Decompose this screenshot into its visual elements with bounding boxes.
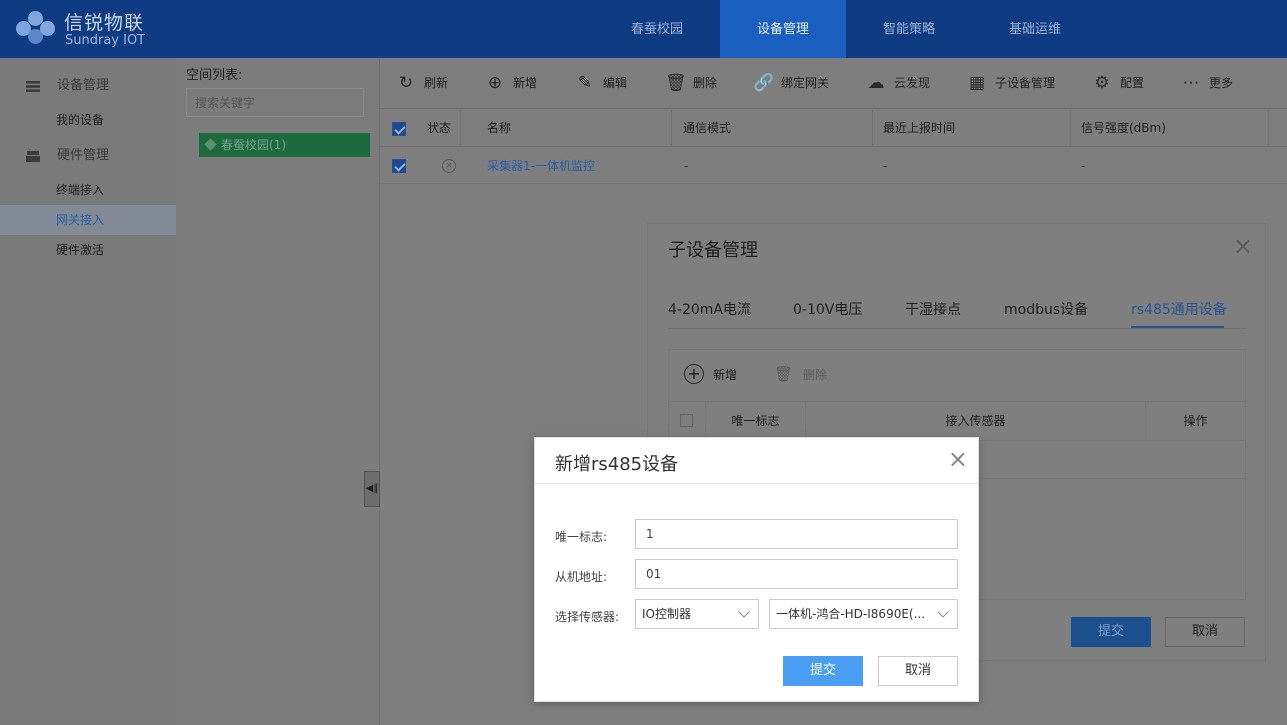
gear-icon: ⚙ <box>1094 73 1110 93</box>
row-checkbox[interactable] <box>392 159 406 173</box>
subdevice-cancel-button[interactable]: 取消 <box>1165 617 1245 647</box>
unique-id-input[interactable] <box>635 519 958 549</box>
header-status[interactable]: 状态 <box>416 110 461 147</box>
space-list-title: 空间列表: <box>186 68 243 83</box>
table-row[interactable]: × 采集器1-一体机监控 - - - <box>380 148 1287 184</box>
add-circle-icon: + <box>684 364 704 384</box>
link-icon: 🔗 <box>753 73 775 93</box>
more-icon: ⋯ <box>1182 73 1200 93</box>
brand-logo[interactable]: 信锐物联 Sundray IOT <box>16 8 176 50</box>
sidebar-group-device-management[interactable]: 设备管理 <box>0 71 176 101</box>
collapse-panel-icon[interactable]: ◀‖ <box>364 471 380 507</box>
sidebar-group-label: 硬件管理 <box>57 148 110 163</box>
device-table-header: 状态 名称 通信模式 最近上报时间 信号强度(dBm) <box>380 110 1287 147</box>
hardware-icon <box>26 151 40 162</box>
sidebar-group-label: 设备管理 <box>57 78 110 93</box>
sidebar-item-terminal-access[interactable]: 终端接入 <box>0 175 176 205</box>
dialog-title: 子设备管理 <box>668 240 758 261</box>
sidebar: 设备管理 我的设备 硬件管理 终端接入 网关接入 硬件激活 <box>0 58 176 725</box>
nav-operations[interactable]: 基础运维 <box>972 0 1098 58</box>
submit-button[interactable]: 提交 <box>783 656 863 686</box>
nav-smart-policy[interactable]: 智能策略 <box>846 0 972 58</box>
header-actions: 操作 <box>1183 414 1208 428</box>
add-circle-icon: ⊕ <box>487 73 503 93</box>
sidebar-item-gateway-access[interactable]: 网关接入 <box>0 205 176 235</box>
cancel-button[interactable]: 取消 <box>878 656 958 686</box>
nav-campus[interactable]: 春蚕校园 <box>594 0 720 58</box>
sidebar-group-hardware-management[interactable]: 硬件管理 <box>0 141 176 171</box>
cell-last-report: - <box>883 159 888 173</box>
add-rs485-dialog: 新增rs485设备 × 唯一标志: 从机地址: 选择传感器: IO控制器 一体机… <box>534 437 979 702</box>
top-navbar: 信锐物联 Sundray IOT 春蚕校园 设备管理 智能策略 基础运维 <box>0 0 1287 58</box>
tab-dry-wet-contact[interactable]: 干湿接点 <box>905 299 961 319</box>
trash-icon: 🗑 <box>774 365 794 383</box>
chevron-down-icon <box>738 606 750 618</box>
chevron-down-icon <box>937 606 949 618</box>
sensor-type-select[interactable]: IO控制器 <box>635 599 759 629</box>
header-last-report[interactable]: 最近上报时间 <box>873 110 1071 147</box>
dialog-header: 新增rs485设备 × <box>535 438 978 484</box>
list-icon <box>26 81 40 92</box>
select-all-checkbox[interactable] <box>680 414 693 427</box>
brand-title: 信锐物联 <box>64 12 145 34</box>
offline-status-icon: × <box>442 159 456 173</box>
header-name[interactable]: 名称 <box>461 110 672 147</box>
space-list-panel: 空间列表: 春蚕校园(1) <box>176 58 380 725</box>
dialog-title: 新增rs485设备 <box>555 454 679 475</box>
sidebar-item-hardware-activation[interactable]: 硬件激活 <box>0 235 176 265</box>
sensor-model-select[interactable]: 一体机-鸿合-HD-I8690E(... <box>769 599 958 629</box>
device-name-link[interactable]: 采集器1-一体机监控 <box>487 148 595 184</box>
slave-address-input[interactable] <box>635 559 958 589</box>
header-sensor: 接入传感器 <box>806 402 1146 440</box>
cell-comm-mode: - <box>684 159 689 173</box>
header-unique-id: 唯一标志 <box>706 402 806 440</box>
close-icon[interactable]: × <box>1233 234 1253 258</box>
tab-0-10v[interactable]: 0-10V电压 <box>793 299 862 319</box>
trash-icon: 🗑 <box>665 73 687 93</box>
space-search-input[interactable] <box>186 88 364 117</box>
subdevice-table-header: 唯一标志 接入传感器 操作 <box>669 401 1245 441</box>
refresh-icon: ↻ <box>398 73 414 93</box>
sensor-type-value: IO控制器 <box>642 607 691 621</box>
space-tree-node[interactable]: 春蚕校园(1) <box>199 133 370 157</box>
subdevice-submit-button[interactable]: 提交 <box>1071 617 1151 647</box>
logo-icon <box>16 11 56 47</box>
select-all-cell <box>669 402 706 440</box>
slave-address-label: 从机地址: <box>555 570 608 584</box>
space-node-label: 春蚕校园(1) <box>221 138 286 152</box>
tab-4-20ma[interactable]: 4-20mA电流 <box>668 299 751 319</box>
cell-signal: - <box>1081 159 1086 173</box>
tab-modbus[interactable]: modbus设备 <box>1004 299 1088 319</box>
active-tab-indicator <box>1131 326 1224 328</box>
device-toolbar: ↻ 刷新 ⊕ 新增 ✎ 编辑 🗑 删除 🔗 绑定网关 ☁ 云发现 ▦ 子设备管理 ⚙ 配置 ⋯ 更… <box>380 58 1287 109</box>
tab-divider <box>668 328 1246 329</box>
nav-device-management[interactable]: 设备管理 <box>720 0 846 58</box>
brand-subtitle: Sundray IOT <box>65 33 146 48</box>
sensor-model-value: 一体机-鸿合-HD-I8690E(... <box>776 607 926 621</box>
header-signal[interactable]: 信号强度(dBm) <box>1071 110 1269 147</box>
tab-rs485[interactable]: rs485通用设备 <box>1131 299 1227 319</box>
cloud-icon: ☁ <box>867 73 885 93</box>
edit-icon: ✎ <box>577 73 593 93</box>
unique-id-label: 唯一标志: <box>555 530 608 544</box>
header-comm-mode[interactable]: 通信模式 <box>672 110 873 147</box>
sensor-label: 选择传感器: <box>555 610 620 624</box>
close-icon[interactable]: × <box>948 447 968 471</box>
cube-icon <box>204 138 217 151</box>
select-all-checkbox[interactable] <box>392 122 406 136</box>
grid-icon: ▦ <box>968 73 986 93</box>
sidebar-item-my-devices[interactable]: 我的设备 <box>0 105 176 135</box>
